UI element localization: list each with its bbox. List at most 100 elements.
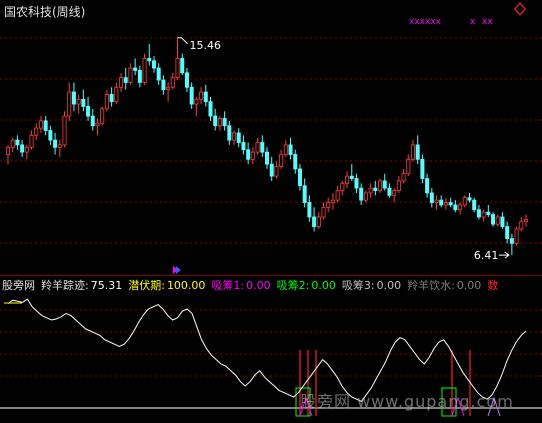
candle (38, 116, 43, 133)
marker-triangle-icon (173, 266, 181, 274)
candle (20, 140, 25, 157)
candle (491, 212, 496, 227)
zone-label: 股旁网 (2, 279, 35, 292)
candle (104, 89, 109, 112)
candle (429, 188, 434, 208)
indicator-header: 股旁网 羚羊踪迹: 75.31 潜伏期: 100.00 吸筹1: 0.00 吸筹2: 0.00 吸… (2, 277, 504, 293)
annotations-group: 15.46 6.41 (177, 37, 510, 262)
candle (387, 183, 392, 198)
candle (208, 96, 213, 121)
candle (119, 72, 124, 93)
candle (189, 82, 194, 109)
candle (293, 149, 298, 174)
candle (260, 135, 265, 157)
candle (378, 178, 383, 193)
candle (297, 164, 302, 191)
candle (505, 221, 510, 244)
candle (519, 216, 524, 232)
candle (213, 108, 218, 131)
candle (274, 161, 279, 179)
candle (486, 204, 491, 217)
candle (481, 209, 486, 222)
candle (396, 176, 401, 193)
candle (406, 154, 411, 177)
candle (255, 137, 260, 155)
candle (472, 197, 477, 213)
candle (128, 63, 133, 85)
candle (307, 195, 312, 222)
candle (500, 212, 505, 229)
candle (34, 123, 39, 141)
candle (335, 185, 340, 203)
candle (24, 144, 29, 160)
candles-group (6, 37, 529, 256)
candle (29, 130, 34, 150)
candle (67, 82, 72, 121)
candle (114, 82, 119, 105)
candle (236, 128, 241, 148)
candle (448, 197, 453, 208)
candle (250, 147, 255, 165)
candle (147, 44, 152, 66)
candle (194, 96, 199, 117)
drink-value: 0.00 (456, 279, 482, 292)
absorb3-value: 0.00 (376, 279, 402, 292)
candle (156, 63, 161, 85)
candle (410, 140, 415, 162)
low-price-label: 6.41 (474, 249, 499, 262)
candle (363, 190, 368, 203)
candle (199, 87, 204, 105)
candle (166, 82, 171, 102)
candle (184, 68, 189, 93)
track-value: 75.31 (90, 279, 123, 292)
absorb3-label: 吸筹3: (341, 279, 375, 292)
drink-label: 羚羊饮水: (407, 279, 455, 292)
candle (439, 195, 444, 208)
candle (57, 140, 62, 157)
main-grid (0, 37, 542, 244)
high-pointer (177, 37, 188, 45)
candle (43, 116, 48, 136)
track-label: 羚羊踪迹: (41, 279, 89, 292)
candle (161, 75, 166, 95)
candle (86, 96, 91, 121)
absorb2-value: 0.00 (311, 279, 336, 292)
candle (48, 125, 53, 145)
candle (349, 164, 354, 181)
candle (10, 137, 15, 153)
indicator-line (7, 298, 527, 403)
candle (76, 94, 81, 114)
candle (345, 171, 350, 189)
candle (368, 183, 373, 198)
candle (62, 111, 67, 148)
top-marks-label: xxxxxx (409, 17, 442, 27)
candle (458, 202, 463, 215)
candle (279, 149, 284, 169)
candle (227, 120, 232, 145)
candle (123, 68, 128, 90)
absorb1-value: 0.00 (246, 279, 271, 292)
candle (330, 192, 335, 210)
candle (90, 108, 95, 131)
candle (415, 135, 420, 165)
candle (15, 135, 20, 150)
main-price-panel[interactable]: 15.46 6.41 xxxxxx x xx (0, 0, 542, 275)
stock-chart-window: 国农科技(周线) 15.46 6.41 xxxxxx x xx 股旁网 羚羊踪迹: 7… (0, 0, 542, 423)
candle (326, 197, 331, 213)
top-marks-label: xx (482, 17, 493, 27)
candle (232, 130, 237, 145)
signal-label: 数 (487, 279, 499, 292)
candle (109, 87, 114, 107)
latent-value: 100.00 (166, 279, 206, 292)
candle (95, 118, 100, 136)
candle (100, 106, 105, 126)
candle (392, 188, 397, 203)
diamond-icon[interactable] (514, 2, 526, 16)
candle (401, 168, 406, 184)
candle (142, 53, 147, 85)
candle (312, 207, 317, 232)
candle (217, 116, 222, 131)
candle (340, 180, 345, 196)
top-marks-label: x (470, 17, 476, 27)
candle (467, 192, 472, 203)
